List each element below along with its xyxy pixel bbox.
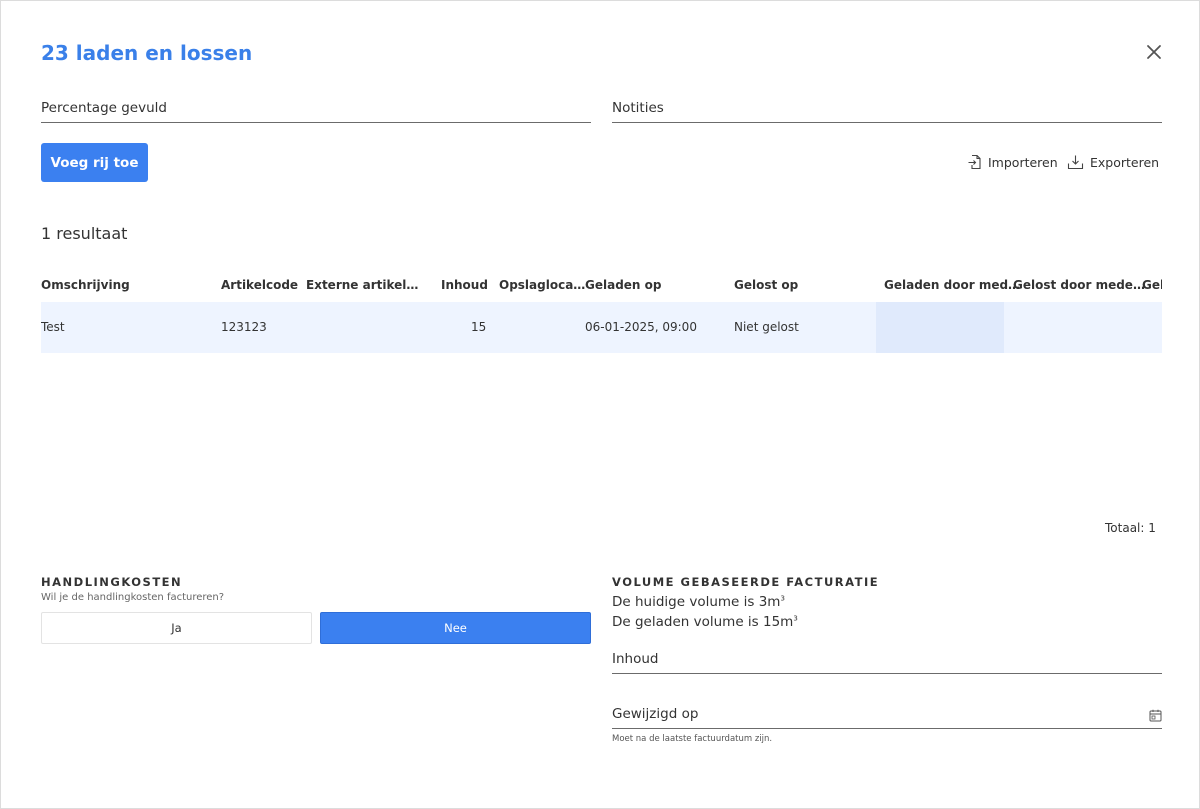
dialog-title: 23 laden en lossen [41,41,253,65]
cell-gelost-op: Niet gelost [734,320,799,334]
handling-no-button[interactable]: Nee [320,612,591,644]
import-button[interactable]: Importeren [967,151,1058,173]
handling-subtitle: Wil je de handlingkosten factureren? [41,592,225,603]
total-count: Totaal: 1 [1105,521,1156,535]
calendar-icon[interactable] [1149,709,1162,722]
column-header-truncated[interactable]: Gel [1142,278,1162,292]
loaded-volume-text: De geladen volume is 15m3 [612,614,798,630]
cell-artikelcode: 123123 [221,320,267,334]
column-header-inhoud[interactable]: Inhoud [441,278,488,292]
column-header-geladen-door[interactable]: Geladen door med… [884,278,1020,292]
column-header-geladen-op[interactable]: Geladen op [585,278,661,292]
import-file-icon [968,154,981,170]
add-row-button[interactable]: Voeg rij toe [41,143,148,182]
cell-omschrijving: Test [41,320,65,334]
notes-field[interactable]: Notities [612,81,1162,123]
close-icon[interactable] [1143,41,1165,63]
export-button[interactable]: Exporteren [1067,151,1159,173]
inhoud-field[interactable]: Inhoud [612,632,1162,674]
notes-label: Notities [612,100,664,116]
cell-inhoud: 15 [471,320,487,334]
volume-title: VOLUME GEBASEERDE FACTURATIE [612,575,880,589]
highlighted-cell [876,302,1004,353]
column-header-opslaglocatie[interactable]: Opslagloca… [499,278,585,292]
download-tray-icon [1067,155,1084,170]
results-count: 1 resultaat [41,224,128,243]
table-row[interactable]: Test 123123 15 06-01-2025, 09:00 Niet ge… [41,302,1162,353]
modified-date-label: Gewijzigd op [612,706,699,722]
import-label: Importeren [988,154,1058,170]
table-header: Omschrijving Artikelcode Externe artikel… [41,278,1162,298]
current-volume-text: De huidige volume is 3m3 [612,594,785,610]
column-header-gelost-op[interactable]: Gelost op [734,278,798,292]
handling-title: HANDLINGKOSTEN [41,575,183,589]
date-hint: Moet na de laatste factuurdatum zijn. [612,734,773,744]
inhoud-label: Inhoud [612,651,659,667]
cell-geladen-op: 06-01-2025, 09:00 [585,320,697,334]
export-label: Exporteren [1090,154,1160,170]
column-header-omschrijving[interactable]: Omschrijving [41,278,130,292]
column-header-artikelcode[interactable]: Artikelcode [221,278,298,292]
percentage-filled-field[interactable]: Percentage gevuld [41,81,591,123]
percentage-filled-label: Percentage gevuld [41,100,167,116]
column-header-gelost-door[interactable]: Gelost door mede… [1013,278,1145,292]
handling-yes-button[interactable]: Ja [41,612,312,644]
column-header-externe-artikelcode[interactable]: Externe artikel… [306,278,418,292]
modified-date-field[interactable]: Gewijzigd op [612,687,1162,729]
dialog: 23 laden en lossen Percentage gevuld Not… [0,0,1200,809]
